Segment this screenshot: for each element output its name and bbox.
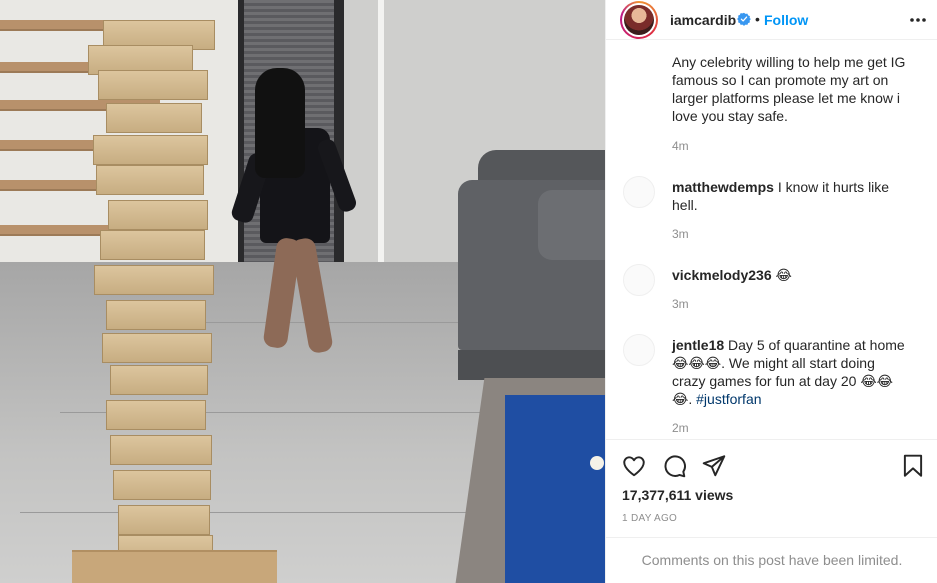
- comment-item: Any celebrity willing to help me get IG …: [672, 53, 910, 125]
- commenter-username[interactable]: matthewdemps: [672, 179, 774, 195]
- commenter-username[interactable]: jentle18: [672, 337, 724, 353]
- commenter-avatar[interactable]: [623, 334, 655, 366]
- media-sofa: [458, 150, 605, 380]
- comment-timestamp[interactable]: 4m: [672, 139, 689, 153]
- header-separator: •: [755, 11, 760, 27]
- post-media[interactable]: [0, 0, 605, 583]
- heart-icon[interactable]: [621, 453, 647, 479]
- media-pool-felt: [505, 395, 605, 583]
- post-date[interactable]: 1 DAY AGO: [622, 513, 677, 524]
- comment-item: jentle18 Day 5 of quarantine at home 😂😂😂…: [672, 336, 910, 408]
- author-username[interactable]: iamcardib: [670, 12, 736, 28]
- comment-timestamp[interactable]: 3m: [672, 297, 689, 311]
- comment-timestamp[interactable]: 2m: [672, 421, 689, 435]
- comment-hashtag[interactable]: #justforfan: [696, 391, 761, 407]
- comment-item: vickmelody236 😂: [672, 266, 910, 284]
- media-pool-ball: [590, 456, 604, 470]
- comments-list[interactable]: Any celebrity willing to help me get IG …: [606, 41, 937, 439]
- comment-body: 😂: [775, 267, 792, 283]
- media-block-tower: [88, 15, 218, 583]
- follow-button[interactable]: Follow: [764, 12, 808, 28]
- views-count[interactable]: 17,377,611 views: [622, 487, 733, 503]
- comment-body: Any celebrity willing to help me get IG …: [672, 54, 906, 124]
- commenter-avatar[interactable]: [623, 264, 655, 296]
- media-person: [229, 68, 359, 355]
- paper-plane-icon[interactable]: [701, 453, 727, 479]
- more-options-icon[interactable]: [908, 12, 928, 28]
- post-side-panel: iamcardib • Follow Any celebrity willing…: [605, 0, 937, 583]
- bookmark-icon[interactable]: [900, 453, 926, 479]
- commenter-username[interactable]: vickmelody236: [672, 267, 772, 283]
- avatar[interactable]: [620, 1, 658, 39]
- post-header: iamcardib • Follow: [606, 0, 937, 40]
- comments-limited-notice: Comments on this post have been limited.: [606, 537, 937, 583]
- media-doorframe: [378, 0, 384, 268]
- post-actions: 17,377,611 views 1 DAY AGO Comments on t…: [606, 439, 937, 583]
- media-cardboard-box: [72, 550, 277, 583]
- verified-badge-icon: [737, 12, 751, 26]
- commenter-avatar[interactable]: [623, 176, 655, 208]
- avatar-image: [624, 5, 654, 35]
- comment-item: matthewdemps I know it hurts like hell.: [672, 178, 910, 214]
- comment-timestamp[interactable]: 3m: [672, 227, 689, 241]
- comment-icon[interactable]: [661, 453, 687, 479]
